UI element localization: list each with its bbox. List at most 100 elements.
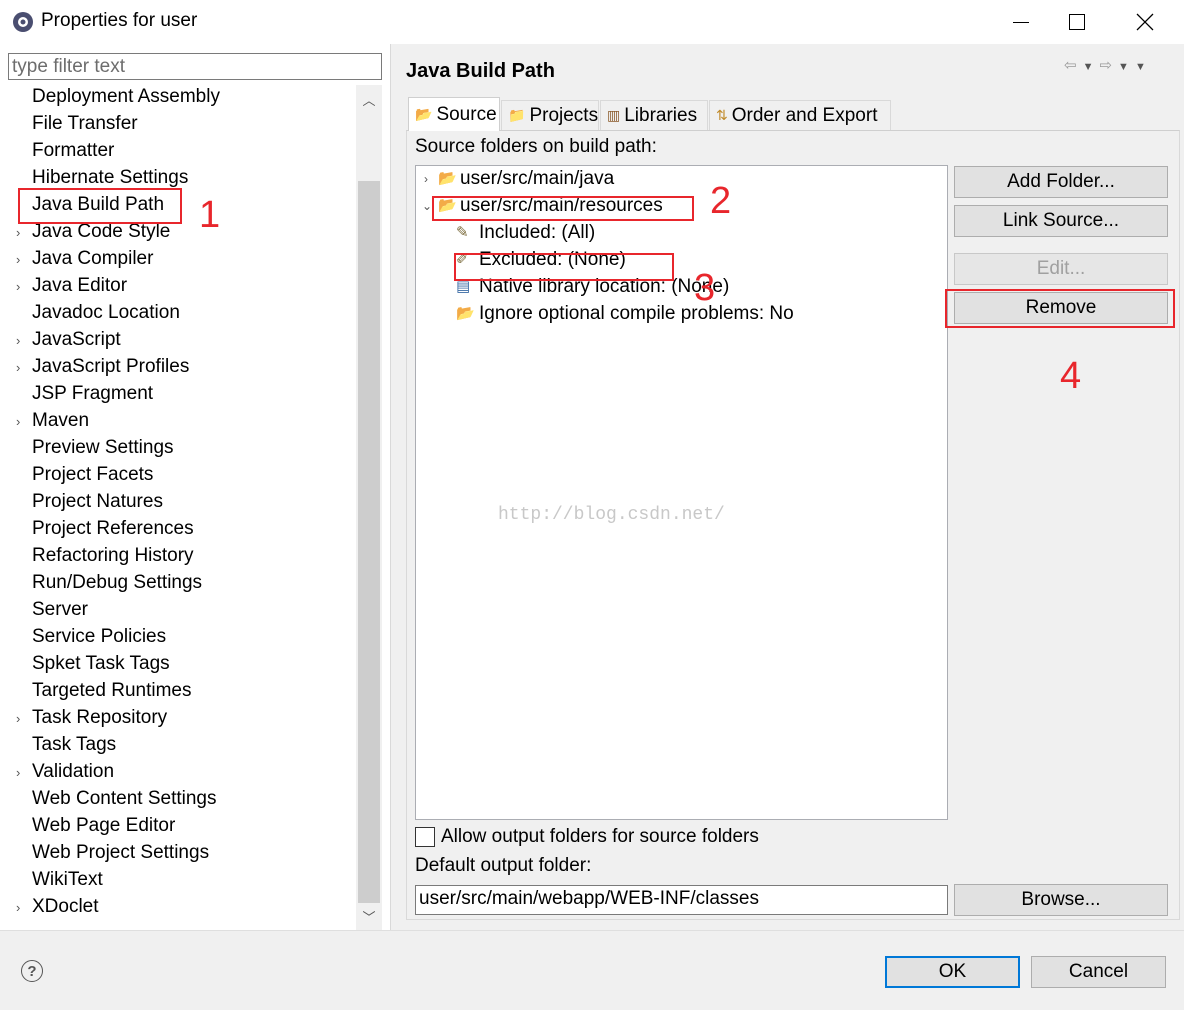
tree-item[interactable]: › Java Code Style [8,220,356,247]
tab-projects[interactable]: 📁 Projects [501,100,599,130]
window-title: Properties for user [41,10,198,31]
tree-item[interactable]: Web Page Editor [8,814,356,841]
annotation-box [945,289,1175,328]
allow-output-label: Allow output folders for source folders [441,826,759,847]
tree-item-label: Project Facets [32,464,154,485]
tree-item[interactable]: Javadoc Location [8,301,356,328]
annotation-number: 3 [694,267,716,309]
expand-arrow-icon[interactable]: › [16,360,20,375]
tab-order-export[interactable]: ⇅ Order and Export [709,100,891,130]
folder-attribute-row[interactable]: ✎ Included: (All) [416,221,936,247]
attribute-label: Ignore optional compile problems: No [479,303,794,324]
tree-item[interactable]: › JavaScript Profiles [8,355,356,382]
tree-item-label: Web Project Settings [32,842,210,863]
maximize-button[interactable] [1054,0,1100,44]
tree-item[interactable]: › XDoclet [8,895,356,922]
scroll-up-icon[interactable]: ︿ [356,85,382,113]
scroll-thumb[interactable] [358,181,380,903]
tree-item-label: Refactoring History [32,545,194,566]
forward-icon[interactable]: ⇨ [1099,57,1118,74]
collapse-arrow-icon[interactable]: ⌄ [422,199,432,213]
tree-item-label: JavaScript [32,329,121,350]
tree-item[interactable]: Spket Task Tags [8,652,356,679]
expand-arrow-icon[interactable]: › [16,252,20,267]
cancel-button[interactable]: Cancel [1031,956,1166,988]
tree-item-label: Preview Settings [32,437,174,458]
add-folder-button[interactable]: Add Folder... [954,166,1168,198]
tree-item[interactable]: Deployment Assembly [8,85,356,112]
expand-arrow-icon[interactable]: › [16,765,20,780]
tree-item[interactable]: Refactoring History [8,544,356,571]
tree-item[interactable]: Web Content Settings [8,787,356,814]
tree-item-label: Task Tags [32,734,117,755]
expand-arrow-icon[interactable]: › [16,225,20,240]
tree-item-label: Java Code Style [32,221,171,242]
tree-item[interactable]: Project Facets [8,463,356,490]
back-menu-icon[interactable]: ▼ [1083,61,1100,73]
ok-button[interactable]: OK [885,956,1020,988]
tree-item-label: Spket Task Tags [32,653,170,674]
forward-menu-icon[interactable]: ▼ [1118,61,1135,73]
expand-arrow-icon[interactable]: › [424,172,428,186]
tree-item[interactable]: › JavaScript [8,328,356,355]
tree-item[interactable]: WikiText [8,868,356,895]
tree-item[interactable]: Targeted Runtimes [8,679,356,706]
allow-output-checkbox[interactable] [415,827,435,847]
scroll-down-icon[interactable]: ﹀ [356,903,382,930]
default-output-label: Default output folder: [415,855,592,876]
source-folder-row[interactable]: › 📂 user/src/main/java [416,167,936,193]
help-icon[interactable]: ? [21,960,43,982]
tab-libraries[interactable]: ▥ Libraries [600,100,708,130]
expand-arrow-icon[interactable]: › [16,414,20,429]
tree-item-label: Validation [32,761,115,782]
tree-item-label: Java Compiler [32,248,154,269]
tree-item-label: Maven [32,410,90,431]
tree-item[interactable]: Web Project Settings [8,841,356,868]
tree-item[interactable]: › Maven [8,409,356,436]
default-output-field[interactable]: user/src/main/webapp/WEB-INF/classes [415,885,948,915]
expand-arrow-icon[interactable]: › [16,711,20,726]
tree-item[interactable]: › Task Repository [8,706,356,733]
maximize-icon [1069,14,1085,30]
libraries-icon: ▥ [607,107,621,123]
close-button[interactable] [1122,0,1168,44]
minimize-button[interactable] [998,0,1044,44]
expand-arrow-icon[interactable]: › [16,900,20,915]
expand-arrow-icon[interactable]: › [16,279,20,294]
tree-item[interactable]: Project References [8,517,356,544]
tree-item-label: Service Policies [32,626,167,647]
page-panel: Java Build Path ⇦▼⇨▼▼ 📂 Source 📁 Project… [394,44,1184,930]
back-icon[interactable]: ⇦ [1064,57,1083,74]
link-source-button[interactable]: Link Source... [954,205,1168,237]
close-icon [1136,13,1154,31]
tree-item-label: Web Page Editor [32,815,176,836]
tree-item[interactable]: Preview Settings [8,436,356,463]
tree-item[interactable]: Run/Debug Settings [8,571,356,598]
tab-label: Projects [529,104,599,126]
annotation-box [454,253,674,281]
tree-item[interactable]: › Java Compiler [8,247,356,274]
annotation-box [18,188,182,224]
view-menu-icon[interactable]: ▼ [1135,61,1152,73]
tab-label: Source [436,103,497,125]
tree-item[interactable]: Formatter [8,139,356,166]
page-title: Java Build Path [406,60,555,82]
tree-item[interactable]: Task Tags [8,733,356,760]
tree-item[interactable]: › Java Editor [8,274,356,301]
tree-scrollbar[interactable]: ︿ ﹀ [356,85,382,930]
tree-item-label: JavaScript Profiles [32,356,190,377]
tree-item[interactable]: Server [8,598,356,625]
browse-button[interactable]: Browse... [954,884,1168,916]
expand-arrow-icon[interactable]: › [16,333,20,348]
minimize-icon [1013,21,1029,23]
edit-button[interactable]: Edit... [954,253,1168,285]
tree-item-label: Targeted Runtimes [32,680,192,701]
tree-item[interactable]: File Transfer [8,112,356,139]
tree-item[interactable]: Project Natures [8,490,356,517]
tree-item[interactable]: Service Policies [8,625,356,652]
filter-input[interactable] [8,53,382,80]
tab-source[interactable]: 📂 Source [408,97,500,131]
folder-attribute-row[interactable]: 📂 Ignore optional compile problems: No [416,302,936,328]
tree-item[interactable]: › Validation [8,760,356,787]
tree-item[interactable]: JSP Fragment [8,382,356,409]
